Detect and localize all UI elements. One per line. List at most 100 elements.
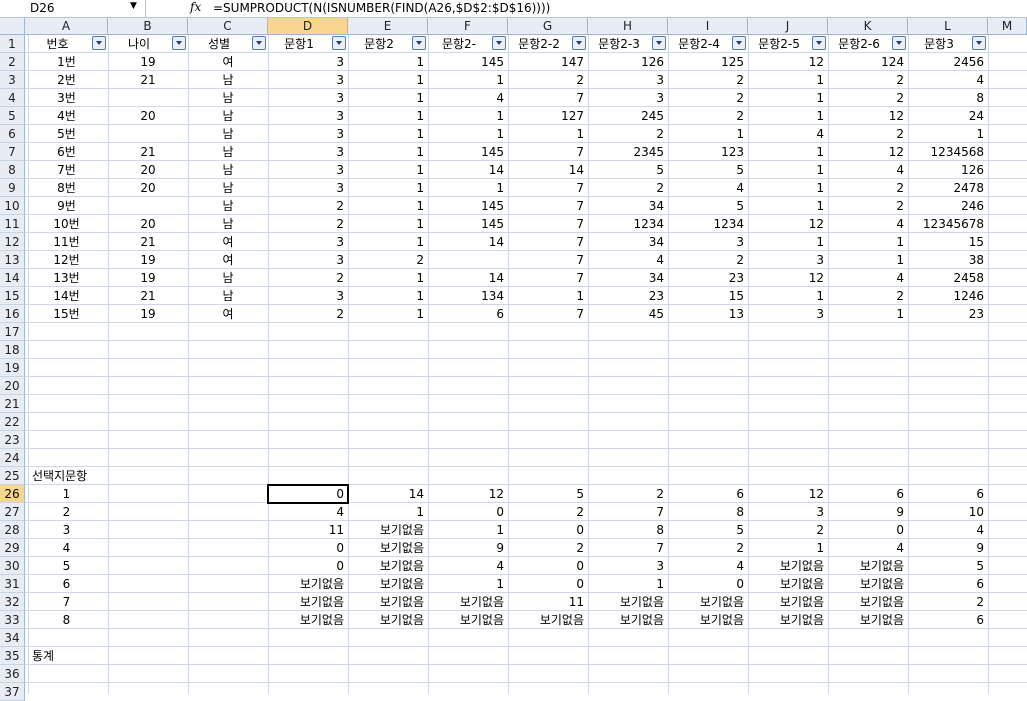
choice-count-cell[interactable]: 보기없음 xyxy=(828,593,908,611)
choice-count-cell[interactable]: 10 xyxy=(908,503,988,521)
choice-count-cell[interactable]: 2 xyxy=(588,485,668,503)
data-cell[interactable]: 23 xyxy=(668,269,748,287)
data-cell[interactable]: 1 xyxy=(748,89,828,107)
choice-count-cell[interactable]: 4 xyxy=(268,503,348,521)
row-header-14[interactable]: 14 xyxy=(0,269,25,287)
choice-count-cell[interactable]: 4 xyxy=(668,557,748,575)
data-cell[interactable]: 2 xyxy=(588,179,668,197)
choice-count-cell[interactable]: 0 xyxy=(508,575,588,593)
choice-count-cell[interactable]: 보기없음 xyxy=(348,611,428,629)
choice-count-cell[interactable]: 9 xyxy=(428,539,508,557)
data-cell[interactable]: 5 xyxy=(588,161,668,179)
data-cell[interactable]: 147 xyxy=(508,53,588,71)
column-header-l[interactable]: L xyxy=(908,18,988,35)
data-cell[interactable]: 3 xyxy=(268,251,348,269)
filter-dropdown-icon[interactable] xyxy=(652,36,666,50)
column-header-d[interactable]: D xyxy=(268,18,348,35)
data-cell[interactable]: 14 xyxy=(428,269,508,287)
choice-count-cell[interactable]: 보기없음 xyxy=(828,575,908,593)
choice-count-cell[interactable]: 보기없음 xyxy=(668,593,748,611)
data-cell[interactable]: 5 xyxy=(668,197,748,215)
data-cell[interactable]: 1234 xyxy=(588,215,668,233)
row-header-10[interactable]: 10 xyxy=(0,197,25,215)
choice-count-cell[interactable]: 4 xyxy=(828,539,908,557)
choice-count-cell[interactable]: 보기없음 xyxy=(748,611,828,629)
choice-count-cell[interactable]: 4 xyxy=(25,539,108,557)
data-cell[interactable]: 14 xyxy=(508,161,588,179)
row-header-37[interactable]: 37 xyxy=(0,683,25,701)
data-cell[interactable]: 3 xyxy=(268,53,348,71)
data-cell[interactable]: 1 xyxy=(348,71,428,89)
data-cell[interactable]: 1 xyxy=(828,251,908,269)
data-cell[interactable]: 34 xyxy=(588,233,668,251)
choice-count-cell[interactable]: 9 xyxy=(828,503,908,521)
data-cell[interactable]: 20 xyxy=(108,215,188,233)
data-cell[interactable]: 34 xyxy=(588,269,668,287)
data-cell[interactable]: 19 xyxy=(108,251,188,269)
data-cell[interactable]: 2345 xyxy=(588,143,668,161)
data-cell[interactable]: 남 xyxy=(188,161,268,179)
data-cell[interactable]: 1 xyxy=(428,179,508,197)
data-cell[interactable]: 2458 xyxy=(908,269,988,287)
row-header-16[interactable]: 16 xyxy=(0,305,25,323)
filter-dropdown-icon[interactable] xyxy=(172,36,186,50)
row-header-5[interactable]: 5 xyxy=(0,107,25,125)
filter-dropdown-icon[interactable] xyxy=(332,36,346,50)
row-header-31[interactable]: 31 xyxy=(0,575,25,593)
data-cell[interactable]: 6 xyxy=(428,305,508,323)
choice-count-cell[interactable]: 5 xyxy=(668,521,748,539)
column-header-f[interactable]: F xyxy=(428,18,508,35)
data-cell[interactable]: 3 xyxy=(268,233,348,251)
data-cell[interactable]: 1 xyxy=(748,161,828,179)
row-header-11[interactable]: 11 xyxy=(0,215,25,233)
choice-count-cell[interactable]: 2 xyxy=(668,539,748,557)
data-cell[interactable]: 1 xyxy=(348,197,428,215)
data-cell[interactable]: 2478 xyxy=(908,179,988,197)
choice-count-cell[interactable]: 8 xyxy=(588,521,668,539)
data-cell[interactable]: 1246 xyxy=(908,287,988,305)
data-cell[interactable]: 2456 xyxy=(908,53,988,71)
data-cell[interactable]: 4 xyxy=(668,179,748,197)
data-cell[interactable]: 7 xyxy=(508,233,588,251)
choice-count-cell[interactable]: 보기없음 xyxy=(748,557,828,575)
data-cell[interactable]: 3 xyxy=(268,107,348,125)
row-header-18[interactable]: 18 xyxy=(0,341,25,359)
data-cell[interactable]: 12 xyxy=(828,107,908,125)
data-cell[interactable]: 1 xyxy=(428,71,508,89)
choice-count-cell[interactable]: 0 xyxy=(668,575,748,593)
data-cell[interactable]: 여 xyxy=(188,305,268,323)
choice-count-cell[interactable]: 12 xyxy=(428,485,508,503)
choice-count-cell[interactable]: 1 xyxy=(25,485,108,503)
choice-count-cell[interactable]: 보기없음 xyxy=(588,611,668,629)
row-header-35[interactable]: 35 xyxy=(0,647,25,665)
data-cell[interactable]: 3 xyxy=(588,89,668,107)
data-cell[interactable]: 3 xyxy=(588,71,668,89)
choice-count-cell[interactable]: 보기없음 xyxy=(428,593,508,611)
choice-count-cell[interactable]: 6 xyxy=(25,575,108,593)
choice-count-cell[interactable]: 5 xyxy=(508,485,588,503)
column-header-a[interactable]: A xyxy=(25,18,108,35)
row-header-32[interactable]: 32 xyxy=(0,593,25,611)
data-cell[interactable]: 1 xyxy=(828,233,908,251)
data-cell[interactable]: 1 xyxy=(348,53,428,71)
data-cell[interactable]: 4 xyxy=(748,125,828,143)
data-cell[interactable]: 12번 xyxy=(25,251,108,269)
choice-count-cell[interactable]: 6 xyxy=(828,485,908,503)
row-header-26[interactable]: 26 xyxy=(0,485,25,503)
data-cell[interactable]: 13 xyxy=(668,305,748,323)
data-cell[interactable]: 1 xyxy=(828,305,908,323)
data-cell[interactable]: 19 xyxy=(108,53,188,71)
row-header-13[interactable]: 13 xyxy=(0,251,25,269)
data-cell[interactable]: 1 xyxy=(508,125,588,143)
data-cell[interactable]: 2 xyxy=(268,197,348,215)
data-cell[interactable]: 1 xyxy=(428,125,508,143)
choice-count-cell[interactable]: 1 xyxy=(748,539,828,557)
data-cell[interactable]: 남 xyxy=(188,269,268,287)
data-cell[interactable]: 3 xyxy=(268,89,348,107)
data-cell[interactable]: 2 xyxy=(668,107,748,125)
data-cell[interactable]: 1 xyxy=(348,125,428,143)
choice-count-cell[interactable]: 1 xyxy=(428,521,508,539)
row-header-33[interactable]: 33 xyxy=(0,611,25,629)
choice-count-cell[interactable]: 6 xyxy=(908,575,988,593)
data-cell[interactable]: 1 xyxy=(748,71,828,89)
